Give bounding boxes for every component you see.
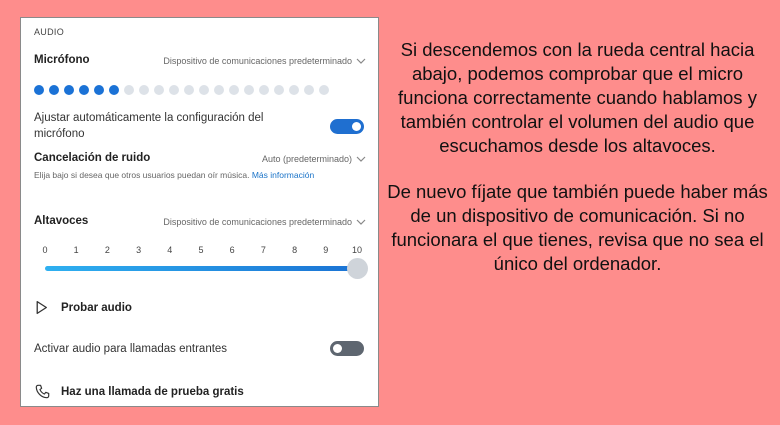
- explanation-paragraph-1: Si descendemos con la rueda central haci…: [398, 39, 757, 156]
- mic-level-dot: [244, 85, 254, 95]
- chevron-down-icon: [356, 219, 366, 225]
- mic-level-dot: [124, 85, 134, 95]
- volume-slider-track[interactable]: [45, 266, 357, 271]
- microphone-label: Micrófono: [34, 54, 90, 66]
- speakers-label: Altavoces: [34, 215, 89, 227]
- volume-tick-label: 4: [167, 245, 173, 255]
- microphone-device-value: Dispositivo de comunicaciones predetermi…: [163, 56, 352, 66]
- mic-level-dot: [79, 85, 89, 95]
- mic-level-dot: [49, 85, 59, 95]
- volume-tick-label: 7: [260, 245, 266, 255]
- more-info-link[interactable]: Más información: [252, 170, 314, 180]
- volume-tick-label: 1: [73, 245, 79, 255]
- test-audio-label: Probar audio: [61, 301, 132, 314]
- phone-icon: [35, 384, 50, 399]
- chevron-down-icon: [356, 156, 366, 162]
- mic-level-dot: [64, 85, 74, 95]
- noise-cancel-hint-text: Elija bajo si desea que otros usuarios p…: [34, 170, 250, 180]
- volume-tick-label: 2: [104, 245, 110, 255]
- mic-level-dot: [184, 85, 194, 95]
- volume-scale: 0 1 2 3 4 5 6 7 8 9 10: [39, 245, 363, 257]
- speakers-device-dropdown[interactable]: Dispositivo de comunicaciones predetermi…: [163, 217, 366, 227]
- test-call-button[interactable]: Haz una llamada de prueba gratis: [35, 384, 244, 399]
- volume-tick-label: 10: [351, 245, 363, 255]
- test-audio-button[interactable]: Probar audio: [34, 300, 132, 315]
- explanation-paragraph-2: De nuevo fíjate que también puede haber …: [387, 181, 768, 274]
- explanation-text: Si descendemos con la rueda central haci…: [385, 38, 770, 276]
- mic-level-dot: [304, 85, 314, 95]
- mic-level-dot: [214, 85, 224, 95]
- incoming-audio-label: Activar audio para llamadas entrantes: [34, 343, 228, 355]
- microphone-device-dropdown[interactable]: Dispositivo de comunicaciones predetermi…: [163, 56, 366, 66]
- mic-level-dot: [139, 85, 149, 95]
- auto-adjust-label: Ajustar automáticamente la configuración…: [34, 112, 264, 140]
- volume-tick-label: 0: [42, 245, 48, 255]
- noise-cancel-hint: Elija bajo si desea que otros usuarios p…: [34, 170, 324, 181]
- incoming-audio-toggle[interactable]: [330, 341, 364, 356]
- microphone-level-meter: [34, 85, 329, 95]
- noise-cancel-dropdown[interactable]: Auto (predeterminado): [262, 154, 366, 164]
- mic-level-dot: [289, 85, 299, 95]
- volume-slider-handle[interactable]: [347, 258, 368, 279]
- auto-adjust-toggle[interactable]: [330, 119, 364, 134]
- mic-level-dot: [154, 85, 164, 95]
- mic-level-dot: [229, 85, 239, 95]
- chevron-down-icon: [356, 58, 366, 64]
- noise-cancel-value: Auto (predeterminado): [261, 154, 352, 164]
- mic-level-dot: [199, 85, 209, 95]
- mic-level-dot: [169, 85, 179, 95]
- play-icon: [36, 300, 47, 315]
- mic-level-dot: [259, 85, 269, 95]
- mic-level-dot: [109, 85, 119, 95]
- test-call-label: Haz una llamada de prueba gratis: [61, 385, 244, 398]
- noise-cancel-label: Cancelación de ruido: [34, 152, 151, 164]
- volume-tick-label: 9: [323, 245, 329, 255]
- mic-level-dot: [34, 85, 44, 95]
- volume-tick-label: 6: [229, 245, 235, 255]
- volume-tick-label: 8: [292, 245, 298, 255]
- volume-tick-label: 5: [198, 245, 204, 255]
- audio-settings-panel: AUDIO Micrófono Dispositivo de comunicac…: [20, 17, 379, 407]
- mic-level-dot: [94, 85, 104, 95]
- volume-tick-label: 3: [136, 245, 142, 255]
- mic-level-dot: [319, 85, 329, 95]
- speakers-device-value: Dispositivo de comunicaciones predetermi…: [163, 217, 352, 227]
- section-title: AUDIO: [34, 27, 65, 37]
- mic-level-dot: [274, 85, 284, 95]
